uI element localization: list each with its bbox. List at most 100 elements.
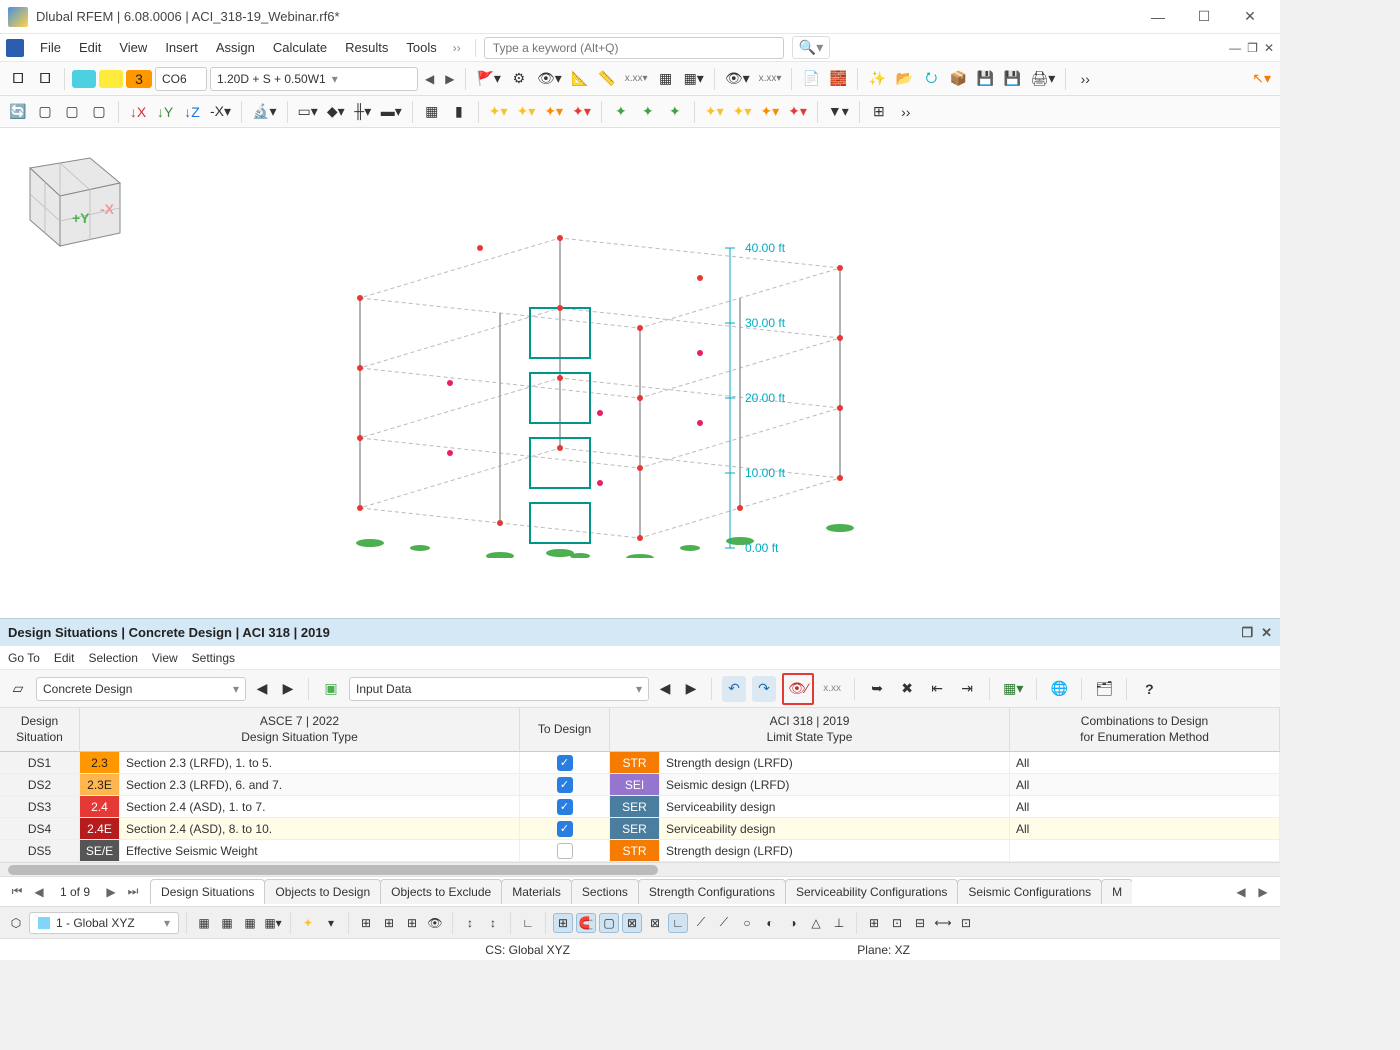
green2-icon[interactable]: ✦ [636, 99, 660, 125]
bt11-icon[interactable]: ↕ [483, 913, 503, 933]
bt24-icon[interactable]: ⊥ [829, 913, 849, 933]
to-design-checkbox[interactable] [557, 843, 573, 859]
to-design-cell[interactable]: ✓ [520, 818, 610, 839]
table-row[interactable]: DS32.4Section 2.4 (ASD), 1. to 7.✓SERSer… [0, 796, 1280, 818]
cube2-icon[interactable]: ▢ [60, 99, 84, 125]
to-design-checkbox[interactable]: ✓ [557, 755, 573, 771]
delete-row-icon[interactable]: ✖ [895, 676, 919, 702]
prev-page-button[interactable]: ◀ [28, 885, 50, 899]
panel-menu-settings[interactable]: Settings [192, 651, 235, 665]
snap-angle-icon[interactable]: ∟ [668, 913, 688, 933]
tab-objects-to-design[interactable]: Objects to Design [264, 879, 381, 904]
table-hscrollbar[interactable] [0, 862, 1280, 876]
category-combo[interactable]: Concrete Design▾ [36, 677, 246, 701]
filter2-icon[interactable]: ▼▾ [825, 99, 852, 125]
menu-tools[interactable]: Tools [398, 36, 444, 59]
tab-objects-to-exclude[interactable]: Objects to Exclude [380, 879, 502, 904]
menu-calculate[interactable]: Calculate [265, 36, 335, 59]
table-row[interactable]: DS5SE/EEffective Seismic WeightSTRStreng… [0, 840, 1280, 862]
xxx-small-icon[interactable]: x.xx [820, 676, 844, 702]
close-button[interactable]: ✕ [1228, 2, 1272, 32]
menu-results[interactable]: Results [337, 36, 396, 59]
bt18-icon[interactable]: ⟋ [691, 913, 711, 933]
bt12-icon[interactable]: ∟ [518, 913, 538, 933]
shape3-icon[interactable]: ╫▾ [351, 99, 375, 125]
bt1-icon[interactable]: ▦ [194, 913, 214, 933]
help-icon[interactable]: ? [1137, 676, 1161, 702]
data-combo[interactable]: Input Data▾ [349, 677, 649, 701]
excel-export-icon[interactable]: ▦▾ [1000, 676, 1026, 702]
menu-overflow[interactable]: ›› [447, 41, 467, 55]
overflow2-icon[interactable]: ›› [894, 99, 918, 125]
snap-rect-icon[interactable]: ▢ [599, 913, 619, 933]
move-right-icon[interactable]: ⇥ [955, 676, 979, 702]
cube-icon[interactable]: ▦ [654, 66, 678, 92]
shape1-icon[interactable]: ▭▾ [295, 99, 321, 125]
menu-view[interactable]: View [111, 36, 155, 59]
filter-red-icon[interactable]: 🚩▾ [473, 66, 503, 92]
doc-icon[interactable]: 📄 [799, 66, 823, 92]
last-page-button[interactable]: ⏭ [122, 884, 144, 899]
panel-minimize-icon[interactable]: — [1229, 41, 1241, 55]
tab-sections[interactable]: Sections [571, 879, 639, 904]
snap-grid-icon[interactable]: ⊞ [553, 913, 573, 933]
next-page-button[interactable]: ▶ [100, 885, 122, 899]
green3-icon[interactable]: ✦ [663, 99, 687, 125]
minimize-button[interactable]: — [1136, 2, 1180, 32]
maximize-button[interactable]: ☐ [1182, 2, 1226, 32]
bt10-icon[interactable]: ↕ [460, 913, 480, 933]
panel-menu-goto[interactable]: Go To [8, 651, 40, 665]
to-design-cell[interactable] [520, 840, 610, 861]
search-icon[interactable]: 🔍▾ [792, 36, 830, 59]
tool-a-icon[interactable]: ⚙ [507, 66, 531, 92]
mesh1-icon[interactable]: ▦ [420, 99, 444, 125]
cloud-icon[interactable]: ⭮ [919, 66, 943, 92]
loadcase-number[interactable]: 3 [126, 70, 152, 88]
color-yellow-swatch[interactable] [99, 70, 123, 88]
bt19-icon[interactable]: ⟋ [714, 913, 734, 933]
bt23-icon[interactable]: △ [806, 913, 826, 933]
redo-table-icon[interactable]: ↷ [752, 676, 776, 702]
bt7-icon[interactable]: ⊞ [379, 913, 399, 933]
orientation-cube[interactable]: +Y -X [0, 128, 130, 258]
bt4-icon[interactable]: ▦▾ [263, 913, 283, 933]
tool-d-icon[interactable]: 📏 [595, 66, 619, 92]
load4-icon[interactable]: ✦▾ [785, 99, 810, 125]
to-design-checkbox[interactable]: ✓ [557, 821, 573, 837]
table-row[interactable]: DS42.4ESection 2.4 (ASD), 8. to 10.✓SERS… [0, 818, 1280, 840]
snap-off-icon[interactable]: ⊠ [645, 913, 665, 933]
menu-file[interactable]: File [32, 36, 69, 59]
bt20-icon[interactable]: ○ [737, 913, 757, 933]
tabs-scroll-left[interactable]: ◀ [1230, 885, 1252, 899]
data-prev-button[interactable]: ◀ [655, 676, 675, 702]
bt2-icon[interactable]: ▦ [217, 913, 237, 933]
panel-close-icon[interactable]: ✕ [1264, 41, 1274, 55]
plane-icon[interactable]: ⬡ [6, 913, 26, 933]
table-row[interactable]: DS22.3ESection 2.3 (LRFD), 6. and 7.✓SEI… [0, 774, 1280, 796]
workplane-combo[interactable]: 1 - Global XYZ▾ [29, 912, 179, 934]
axis-z-icon[interactable]: ↓Z [180, 99, 204, 125]
wall-icon[interactable]: 🧱 [826, 66, 850, 92]
to-design-cell[interactable]: ✓ [520, 796, 610, 817]
first-page-button[interactable]: ⏮ [6, 884, 28, 899]
load2-icon[interactable]: ✦▾ [730, 99, 755, 125]
panel-restore-icon[interactable]: ❐ [1247, 41, 1258, 55]
loadcombo-combo[interactable]: 1.20D + S + 0.50W1▾ [210, 67, 418, 91]
panel-close-icon[interactable]: ✕ [1261, 625, 1272, 641]
prev-lc-button[interactable]: ◀ [421, 72, 438, 86]
bt8-icon[interactable]: ⊞ [402, 913, 422, 933]
bt29-icon[interactable]: ⊡ [956, 913, 976, 933]
tree2-icon[interactable]: 🞐 [33, 66, 57, 92]
snap-magnet-icon[interactable]: 🧲 [576, 913, 596, 933]
snap-x-icon[interactable]: ⊠ [622, 913, 642, 933]
menu-assign[interactable]: Assign [208, 36, 263, 59]
axis-nx-icon[interactable]: -X▾ [207, 99, 234, 125]
star1-icon[interactable]: ✦▾ [486, 99, 511, 125]
panel-menu-edit[interactable]: Edit [54, 651, 75, 665]
cube1-icon[interactable]: ▢ [33, 99, 57, 125]
to-design-checkbox[interactable]: ✓ [557, 777, 573, 793]
bt22-icon[interactable]: ◑ [783, 913, 803, 933]
tabs-scroll-right[interactable]: ▶ [1252, 885, 1274, 899]
menu-edit[interactable]: Edit [71, 36, 109, 59]
to-design-checkbox[interactable]: ✓ [557, 799, 573, 815]
